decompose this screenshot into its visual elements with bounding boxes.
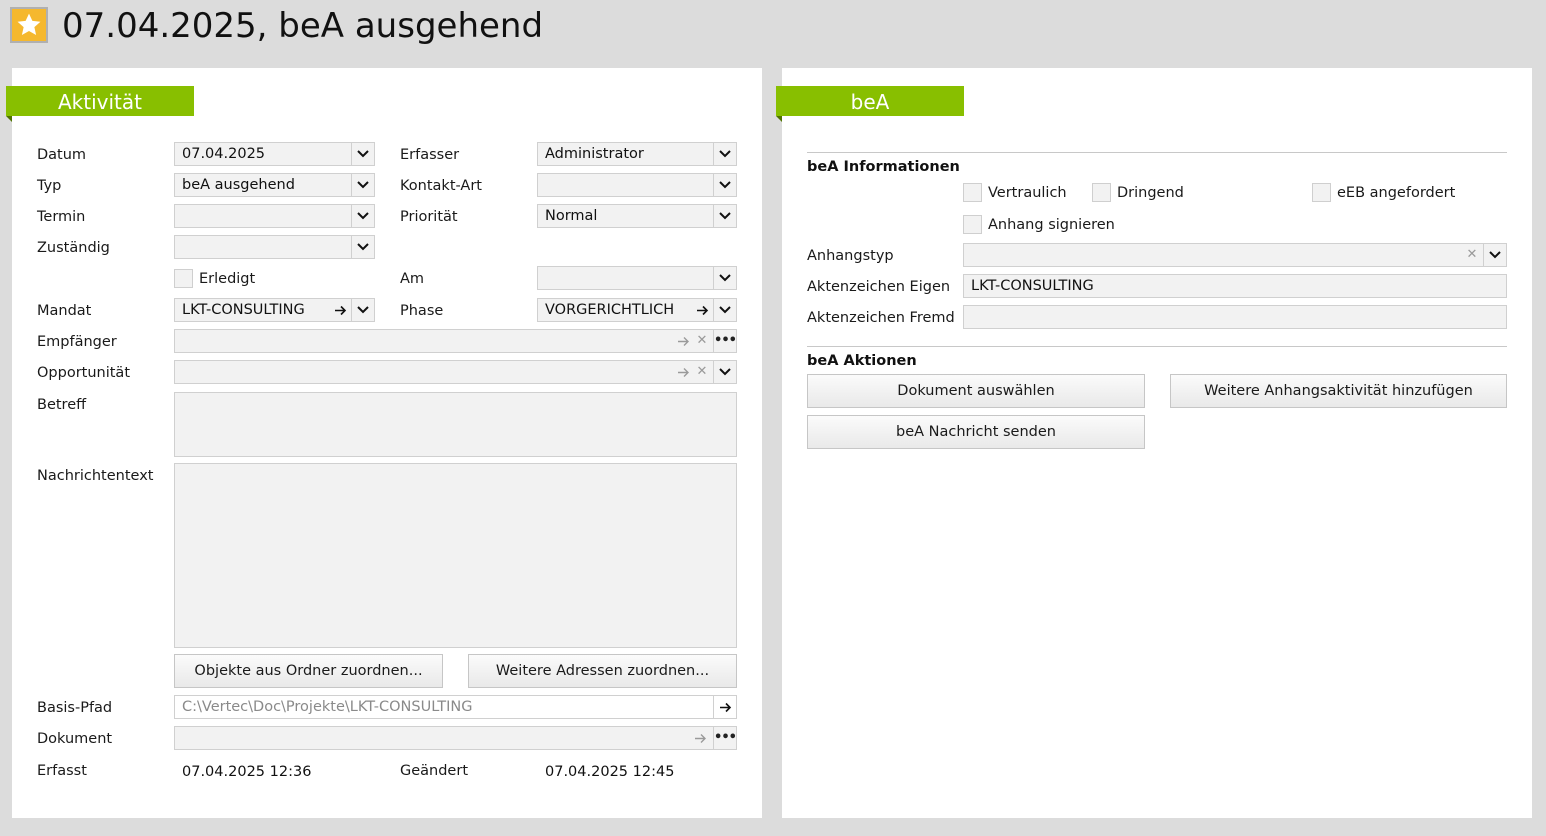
- chevron-down-icon[interactable]: [351, 174, 374, 196]
- chevron-down-icon[interactable]: [713, 361, 736, 383]
- erledigt-checkbox[interactable]: [174, 269, 193, 288]
- chevron-down-icon[interactable]: [351, 236, 374, 258]
- typ-value: beA ausgehend: [182, 177, 295, 193]
- datum-label: Datum: [37, 147, 87, 163]
- arrow-right-icon[interactable]: [713, 696, 736, 718]
- more-icon[interactable]: •••: [713, 727, 736, 749]
- more-icon[interactable]: •••: [713, 330, 736, 352]
- erfasst-label: Erfasst: [37, 763, 87, 779]
- chevron-down-icon[interactable]: [1483, 244, 1506, 266]
- bea-panel: beA beA Informationen Vertraulich Dringe…: [776, 68, 1532, 818]
- dokument-field[interactable]: •••: [174, 726, 737, 750]
- dokument-label: Dokument: [37, 731, 113, 747]
- opportunitaet-field[interactable]: ✕: [174, 360, 737, 384]
- eeb-checkbox[interactable]: [1312, 183, 1331, 202]
- dringend-label: Dringend: [1117, 185, 1184, 201]
- clear-icon[interactable]: ✕: [1464, 244, 1480, 266]
- empfaenger-label: Empfänger: [37, 334, 117, 350]
- bea-nachricht-senden-button[interactable]: beA Nachricht senden: [807, 415, 1145, 449]
- page-title: 07.04.2025, beA ausgehend: [62, 6, 544, 46]
- typ-field[interactable]: beA ausgehend: [174, 173, 375, 197]
- arrow-right-icon[interactable]: [690, 727, 710, 749]
- adressen-zuordnen-button[interactable]: Weitere Adressen zuordnen...: [468, 654, 737, 688]
- bea-tab-header: beA: [776, 86, 964, 122]
- az-eigen-label: Aktenzeichen Eigen: [807, 279, 951, 295]
- zustaendig-field[interactable]: [174, 235, 375, 259]
- empfaenger-field[interactable]: ✕ •••: [174, 329, 737, 353]
- chevron-down-icon[interactable]: [351, 299, 374, 321]
- geaendert-value: 07.04.2025 12:45: [545, 764, 675, 780]
- erfasser-field[interactable]: Administrator: [537, 142, 737, 166]
- az-eigen-field[interactable]: LKT-CONSULTING: [963, 274, 1507, 298]
- weitere-anhangsaktivitaet-button[interactable]: Weitere Anhangsaktivität hinzufügen: [1170, 374, 1507, 408]
- chevron-down-icon[interactable]: [351, 143, 374, 165]
- erledigt-label: Erledigt: [199, 271, 256, 287]
- dringend-checkbox[interactable]: [1092, 183, 1111, 202]
- az-fremd-label: Aktenzeichen Fremd: [807, 310, 955, 326]
- chevron-down-icon[interactable]: [713, 299, 736, 321]
- chevron-down-icon[interactable]: [713, 267, 736, 289]
- kontakt-art-label: Kontakt-Art: [400, 178, 482, 194]
- az-eigen-value: LKT-CONSULTING: [971, 278, 1094, 294]
- az-fremd-field[interactable]: [963, 305, 1507, 329]
- star-icon[interactable]: [10, 7, 48, 43]
- am-field[interactable]: [537, 266, 737, 290]
- bea-aktionen-title: beA Aktionen: [807, 353, 917, 369]
- clear-icon[interactable]: ✕: [694, 361, 710, 383]
- anhangstyp-field[interactable]: ✕: [963, 243, 1507, 267]
- mandat-label: Mandat: [37, 303, 92, 319]
- betreff-label: Betreff: [37, 397, 87, 413]
- mandat-field[interactable]: LKT-CONSULTING: [174, 298, 375, 322]
- objekte-zuordnen-button[interactable]: Objekte aus Ordner zuordnen...: [174, 654, 443, 688]
- phase-value: VORGERICHTLICH: [545, 302, 675, 318]
- vertraulich-label: Vertraulich: [988, 185, 1067, 201]
- chevron-down-icon[interactable]: [713, 174, 736, 196]
- nachrichtentext-label: Nachrichtentext: [37, 468, 154, 484]
- anhang-signieren-checkbox[interactable]: [963, 215, 982, 234]
- phase-label: Phase: [400, 303, 444, 319]
- erfasser-value: Administrator: [545, 146, 644, 162]
- chevron-down-icon[interactable]: [713, 143, 736, 165]
- arrow-right-icon[interactable]: [330, 299, 350, 321]
- arrow-right-icon[interactable]: [692, 299, 712, 321]
- mandat-value: LKT-CONSULTING: [182, 302, 305, 318]
- aktivitaet-tab-header: Aktivität: [6, 86, 194, 122]
- betreff-textarea[interactable]: [174, 392, 737, 457]
- chevron-down-icon[interactable]: [351, 205, 374, 227]
- anhang-signieren-label: Anhang signieren: [988, 217, 1115, 233]
- bea-informationen-title: beA Informationen: [807, 159, 960, 175]
- datum-field[interactable]: 07.04.2025: [174, 142, 375, 166]
- arrow-right-icon[interactable]: [673, 330, 693, 352]
- clear-icon[interactable]: ✕: [694, 330, 710, 352]
- am-label: Am: [400, 271, 425, 287]
- datum-value: 07.04.2025: [182, 146, 266, 162]
- divider: [807, 346, 1507, 347]
- chevron-down-icon[interactable]: [713, 205, 736, 227]
- basis-pfad-value: C:\Vertec\Doc\Projekte\LKT-CONSULTING: [182, 699, 473, 715]
- zustaendig-label: Zuständig: [37, 240, 110, 256]
- basis-pfad-field[interactable]: C:\Vertec\Doc\Projekte\LKT-CONSULTING: [174, 695, 737, 719]
- opportunitaet-label: Opportunität: [37, 365, 131, 381]
- geaendert-label: Geändert: [400, 763, 469, 779]
- prioritaet-value: Normal: [545, 208, 598, 224]
- dokument-auswaehlen-button[interactable]: Dokument auswählen: [807, 374, 1145, 408]
- basis-pfad-label: Basis-Pfad: [37, 700, 113, 716]
- title-bar: 07.04.2025, beA ausgehend: [0, 0, 1546, 56]
- typ-label: Typ: [37, 178, 62, 194]
- phase-field[interactable]: VORGERICHTLICH: [537, 298, 737, 322]
- termin-field[interactable]: [174, 204, 375, 228]
- prioritaet-label: Priorität: [400, 209, 458, 225]
- prioritaet-field[interactable]: Normal: [537, 204, 737, 228]
- eeb-label: eEB angefordert: [1337, 185, 1456, 201]
- divider: [807, 152, 1507, 153]
- termin-label: Termin: [37, 209, 86, 225]
- nachrichtentext-textarea[interactable]: [174, 463, 737, 648]
- erfasser-label: Erfasser: [400, 147, 460, 163]
- vertraulich-checkbox[interactable]: [963, 183, 982, 202]
- anhangstyp-label: Anhangstyp: [807, 248, 894, 264]
- arrow-right-icon[interactable]: [673, 361, 693, 383]
- kontakt-art-field[interactable]: [537, 173, 737, 197]
- erfasst-value: 07.04.2025 12:36: [182, 764, 312, 780]
- aktivitaet-panel: Aktivität Datum 07.04.2025 Erfasser Admi…: [6, 68, 762, 818]
